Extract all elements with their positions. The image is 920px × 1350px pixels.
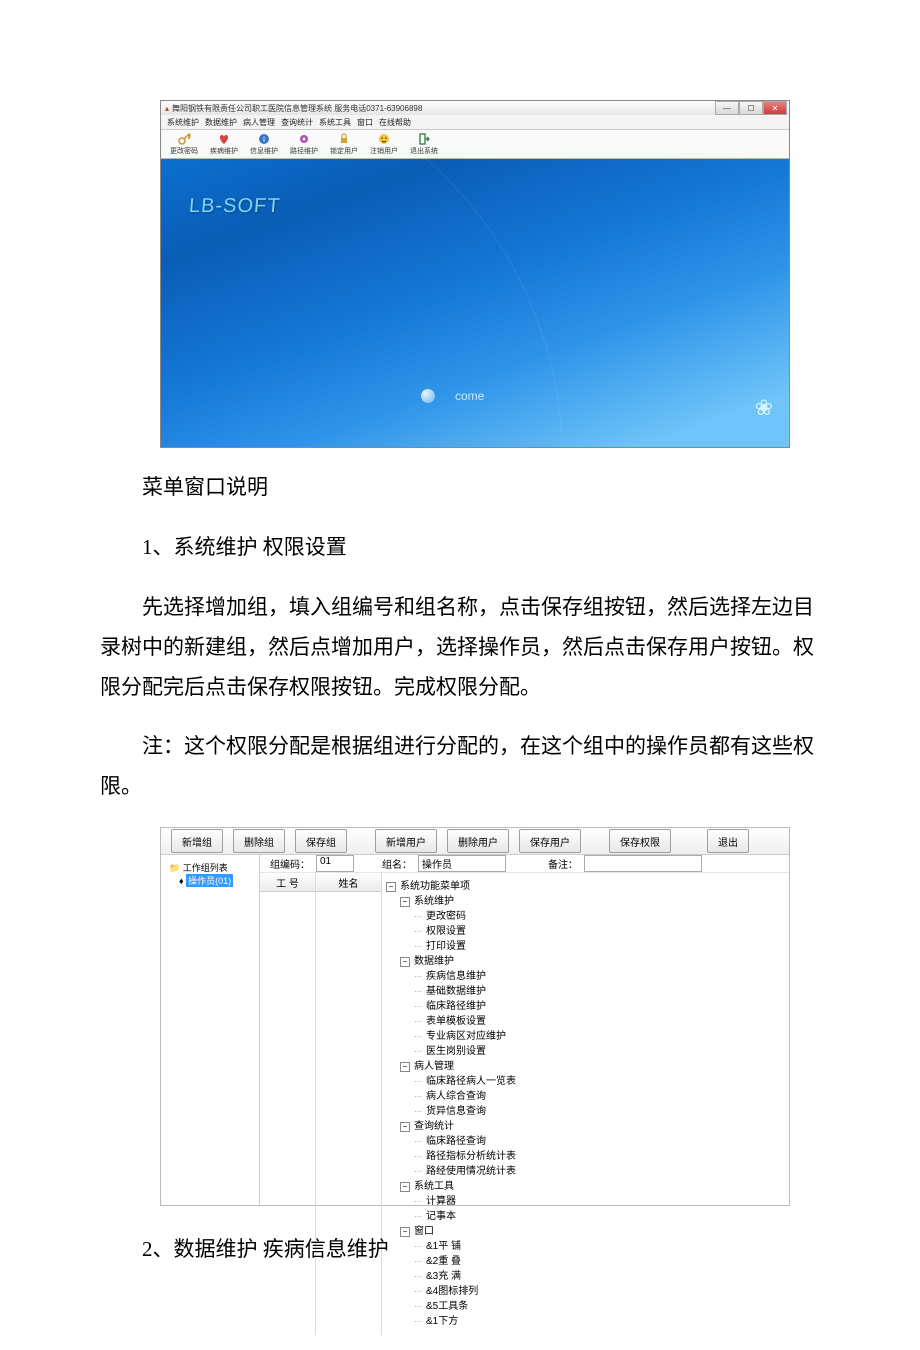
tree-root[interactable]: 📁 工作组列表 <box>165 861 255 874</box>
perm-tree-node[interactable]: 路经使用情况统计表 <box>386 1164 785 1179</box>
perm-toolbar: 新增组 删除组 保存组 新增用户 删除用户 保存用户 保存权限 退出 <box>161 828 789 855</box>
perm-tree-node[interactable]: 更改密码 <box>386 909 785 924</box>
perm-tree-node[interactable]: 路径指标分析统计表 <box>386 1149 785 1164</box>
perm-tree-node[interactable]: &1平 铺 <box>386 1239 785 1254</box>
para-instruction-1: 先选择增加组，填入组编号和组名称，点击保存组按钮，然后选择左边目录树中的新建组，… <box>100 588 820 708</box>
window-title: 舞阳钢铁有限责任公司职工医院信息管理系统 服务电话0371-63906898 <box>172 103 422 114</box>
exit-icon <box>417 132 431 146</box>
menu-item[interactable]: 查询统计 <box>281 117 313 128</box>
label-remark: 备注： <box>548 856 578 871</box>
window-minimize-button[interactable]: — <box>715 101 739 115</box>
btn-del-group[interactable]: 删除组 <box>233 829 285 853</box>
perm-tree-node[interactable]: &2重 叠 <box>386 1254 785 1269</box>
window-close-button[interactable]: ✕ <box>763 101 787 115</box>
perm-tree-node[interactable]: 权限设置 <box>386 924 785 939</box>
perm-tree-node[interactable]: 表单模板设置 <box>386 1014 785 1029</box>
perm-tree-node[interactable]: 病人综合查询 <box>386 1089 785 1104</box>
desktop-area: LB-SOFT come ❀ <box>161 159 789 447</box>
perm-tree-node[interactable]: &5工具条 <box>386 1299 785 1314</box>
menu-item[interactable]: 在线帮助 <box>379 117 411 128</box>
perm-tree-node[interactable]: &4图标排列 <box>386 1284 785 1299</box>
come-text: come <box>421 389 484 403</box>
field-remark[interactable] <box>584 855 702 872</box>
perm-tree-node[interactable]: 窗口 <box>386 1224 785 1239</box>
app-screenshot-main: ▴ 舞阳钢铁有限责任公司职工医院信息管理系统 服务电话0371-63906898… <box>160 100 790 448</box>
perm-tree-node[interactable]: 查询统计 <box>386 1119 785 1134</box>
field-code[interactable]: 01 <box>316 855 354 872</box>
btn-del-user[interactable]: 删除用户 <box>447 829 509 853</box>
btn-new-group[interactable]: 新增组 <box>171 829 223 853</box>
lock-icon <box>337 132 351 146</box>
perm-tree-node[interactable]: 系统功能菜单项 <box>386 879 785 894</box>
key-icon <box>177 132 191 146</box>
btn-new-user[interactable]: 新增用户 <box>375 829 437 853</box>
para-section-1: 1、系统维护 权限设置 <box>100 528 820 568</box>
svg-text:i: i <box>263 135 265 144</box>
btn-exit[interactable]: 退出 <box>707 829 749 853</box>
perm-tree-node[interactable]: 货异信息查询 <box>386 1104 785 1119</box>
label-code: 组编码： <box>270 856 310 871</box>
logo-text: LB-SOFT <box>188 195 281 218</box>
perm-tree-node[interactable]: 数据维护 <box>386 954 785 969</box>
toolbar-path-maint[interactable]: 路径维护 <box>287 132 321 156</box>
perm-tree-node[interactable]: 系统维护 <box>386 894 785 909</box>
btn-save-group[interactable]: 保存组 <box>295 829 347 853</box>
menu-item[interactable]: 窗口 <box>357 117 373 128</box>
perm-tree-node[interactable]: &3充 满 <box>386 1269 785 1284</box>
perm-tree-node[interactable]: 打印设置 <box>386 939 785 954</box>
group-form: 组编码： 01 组名： 操作员 备注： <box>260 855 789 873</box>
info-icon: i <box>257 132 271 146</box>
menu-item[interactable]: 病人管理 <box>243 117 275 128</box>
window-maximize-button[interactable]: ☐ <box>739 101 763 115</box>
perm-tree-node[interactable]: 基础数据维护 <box>386 984 785 999</box>
orb-icon <box>421 389 435 403</box>
toolbar-lock-user[interactable]: 锁定用户 <box>327 132 361 156</box>
perm-tree-node[interactable]: 系统工具 <box>386 1179 785 1194</box>
field-name[interactable]: 操作员 <box>418 855 506 872</box>
toolbar-change-password[interactable]: 更改密码 <box>167 132 201 156</box>
perm-tree-node[interactable]: 医生岗别设置 <box>386 1044 785 1059</box>
perm-tree-node[interactable]: 临床路径查询 <box>386 1134 785 1149</box>
para-note: 注：这个权限分配是根据组进行分配的，在这个组中的操作员都有这些权限。 <box>100 727 820 807</box>
perm-tree-node[interactable]: 计算器 <box>386 1194 785 1209</box>
smiley-icon <box>377 132 391 146</box>
btn-save-user[interactable]: 保存用户 <box>519 829 581 853</box>
app-screenshot-perm: 新增组 删除组 保存组 新增用户 删除用户 保存用户 保存权限 退出 📁 工作组… <box>160 827 790 1206</box>
gear-icon <box>297 132 311 146</box>
perm-tree-node[interactable]: 临床路径维护 <box>386 999 785 1014</box>
perm-tree-node[interactable]: 疾病信息维护 <box>386 969 785 984</box>
toolbar-logout-user[interactable]: 注销用户 <box>367 132 401 156</box>
menubar: 系统维护 数据维护 病人管理 查询统计 系统工具 窗口 在线帮助 <box>161 115 789 130</box>
perm-tree-node[interactable]: 记事本 <box>386 1209 785 1224</box>
menu-item[interactable]: 数据维护 <box>205 117 237 128</box>
toolbar-exit[interactable]: 退出系统 <box>407 132 441 156</box>
perm-tree-node[interactable]: 病人管理 <box>386 1059 785 1074</box>
tree-item-operator[interactable]: ♦ 操作员(01) <box>165 874 255 887</box>
perm-tree-node[interactable]: 专业病区对应维护 <box>386 1029 785 1044</box>
window-titlebar: ▴ 舞阳钢铁有限责任公司职工医院信息管理系统 服务电话0371-63906898… <box>161 101 789 115</box>
app-icon: ▴ <box>165 104 169 113</box>
para-menu-desc: 菜单窗口说明 <box>100 468 820 508</box>
perm-tree-node[interactable]: 临床路径病人一览表 <box>386 1074 785 1089</box>
toolbar-info-maint[interactable]: i信息维护 <box>247 132 281 156</box>
menu-item[interactable]: 系统工具 <box>319 117 351 128</box>
label-name: 组名： <box>382 856 412 871</box>
permission-tree[interactable]: 系统功能菜单项系统维护更改密码权限设置打印设置数据维护疾病信息维护基础数据维护临… <box>382 873 789 1335</box>
menu-item[interactable]: 系统维护 <box>167 117 199 128</box>
heart-icon <box>217 132 231 146</box>
flower-icon: ❀ <box>755 395 773 421</box>
perm-tree-node[interactable]: &1下方 <box>386 1314 785 1329</box>
toolbar: 更改密码 疾病维护 i信息维护 路径维护 锁定用户 注销用户 退出系统 <box>161 130 789 159</box>
group-tree: 📁 工作组列表 ♦ 操作员(01) <box>161 855 260 1205</box>
btn-save-perm[interactable]: 保存权限 <box>609 829 671 853</box>
toolbar-disease-maint[interactable]: 疾病维护 <box>207 132 241 156</box>
